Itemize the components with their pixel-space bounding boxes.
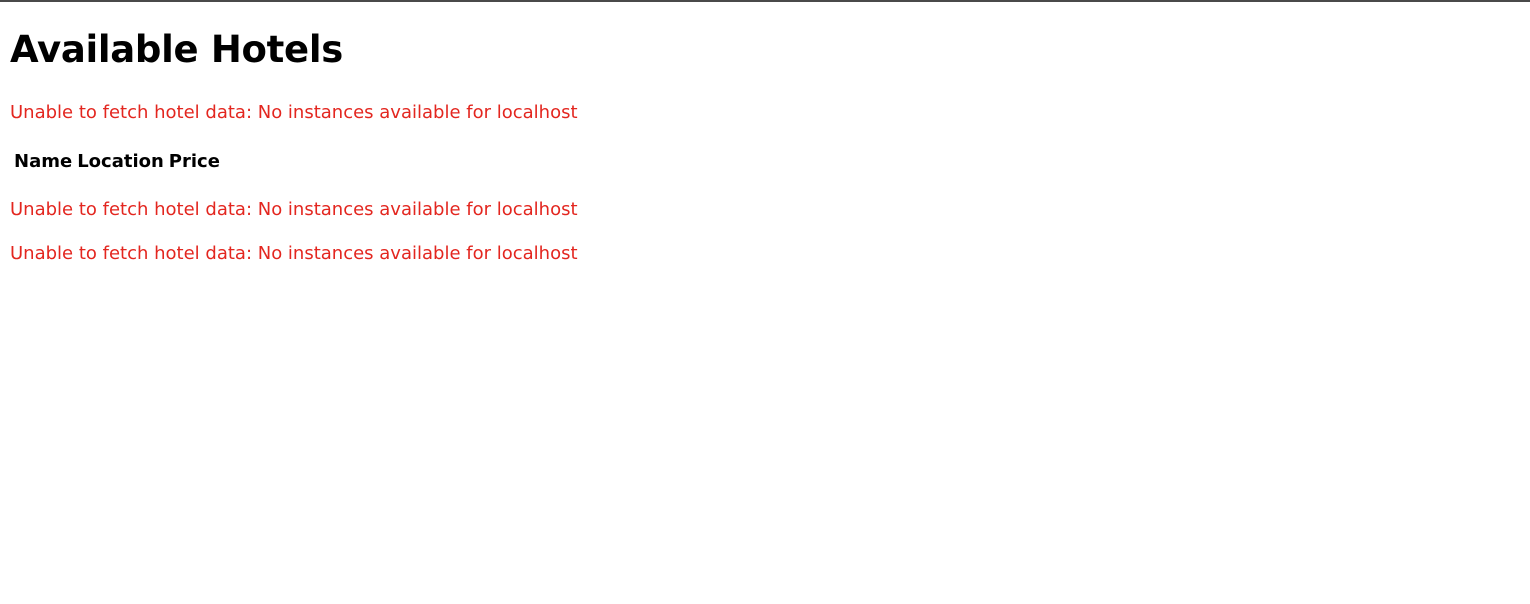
hotels-page: Available Hotels Unable to fetch hotel d… (0, 28, 1530, 265)
page-title: Available Hotels (10, 28, 343, 71)
table-header: Name Location Price (10, 151, 1520, 173)
error-message: Unable to fetch hotel data: No instances… (10, 102, 578, 123)
error-message: Unable to fetch hotel data: No instances… (10, 199, 578, 220)
column-header-price: Price (168, 151, 220, 172)
column-header-name: Name (14, 151, 73, 172)
column-header-location: Location (77, 151, 164, 172)
error-message: Unable to fetch hotel data: No instances… (10, 243, 578, 264)
